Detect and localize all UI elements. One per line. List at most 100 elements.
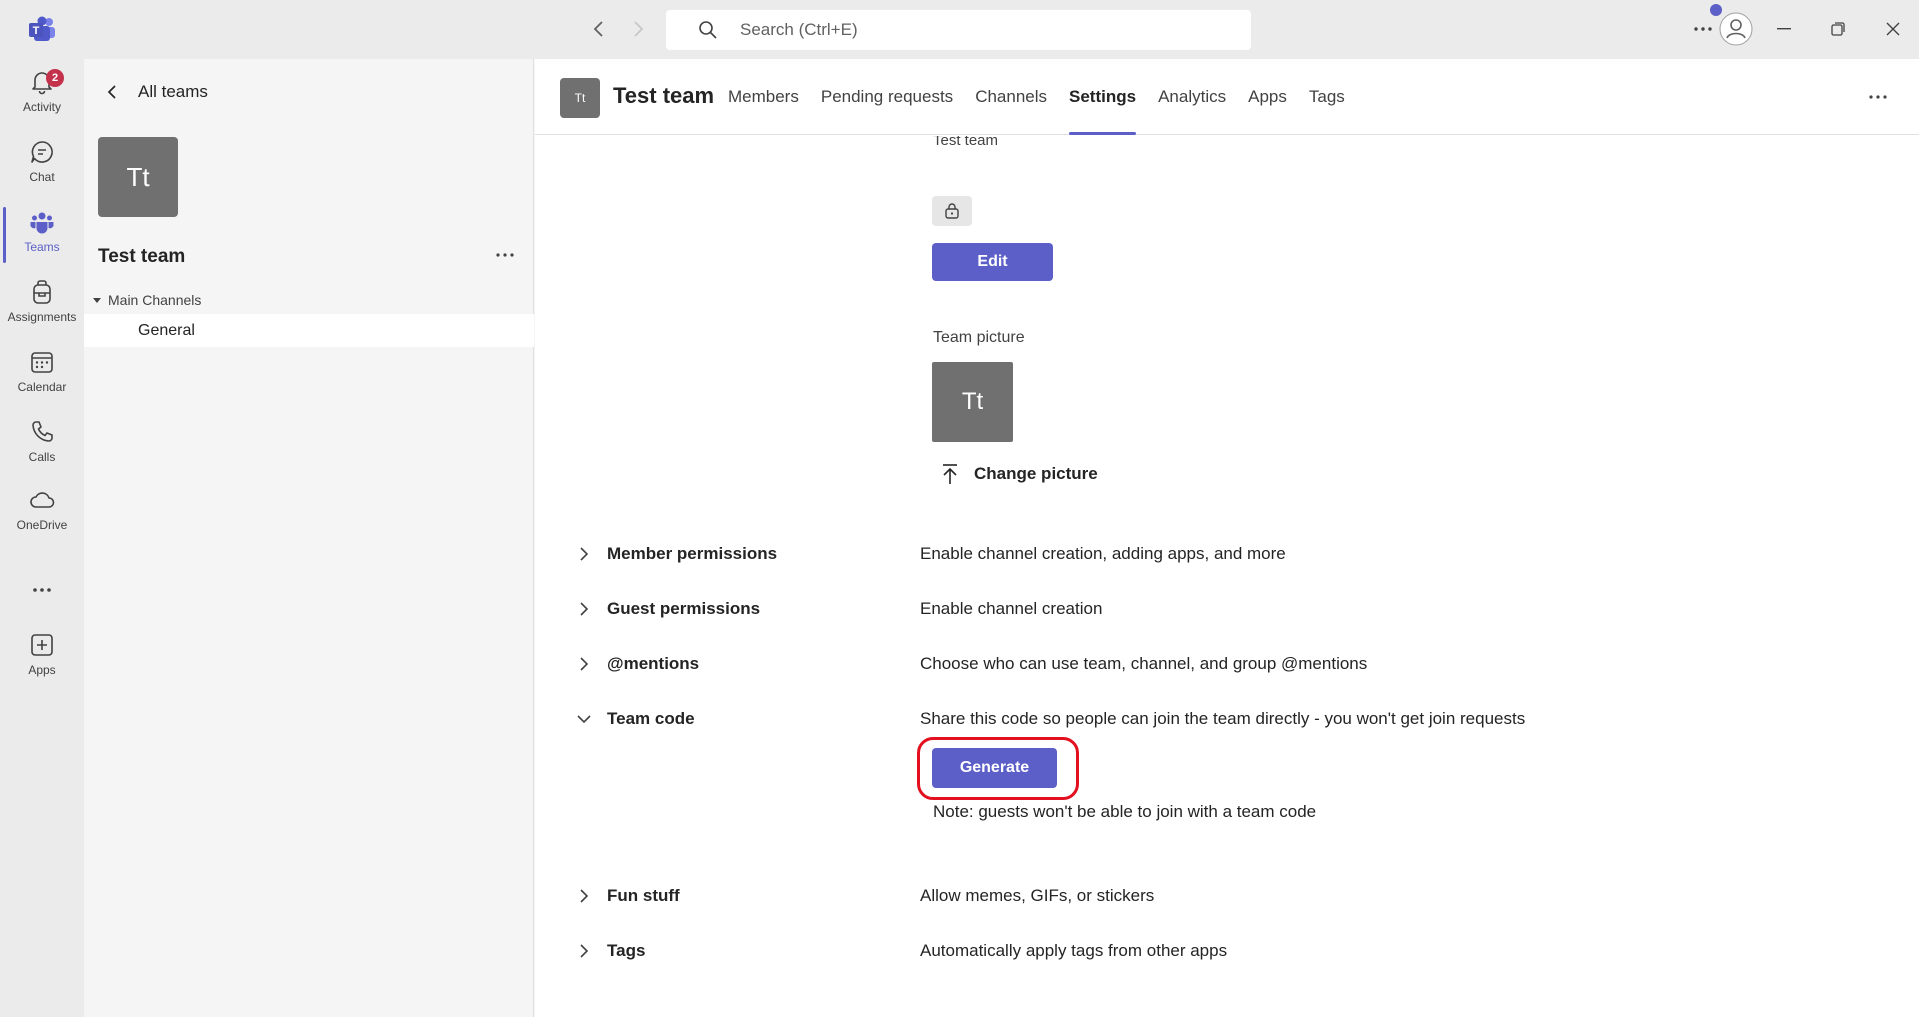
team-code-note: Note: guests won't be able to join with … xyxy=(933,802,1317,821)
channel-item-general[interactable]: General xyxy=(84,314,534,347)
title-bar: T xyxy=(0,0,1919,59)
rail-item-assignments[interactable]: Assignments xyxy=(0,271,84,333)
cloud-icon xyxy=(30,492,55,508)
search-box[interactable] xyxy=(666,10,1251,50)
more-horizontal-icon xyxy=(496,253,514,257)
edit-button[interactable]: Edit xyxy=(932,243,1053,281)
rail-item-teams[interactable]: Teams xyxy=(0,201,84,263)
rail-item-calendar[interactable]: Calendar xyxy=(0,341,84,403)
chevron-right-icon xyxy=(580,889,589,903)
add-app-icon xyxy=(31,634,53,656)
setting-fun-stuff[interactable]: Fun stuff Allow memes, GIFs, or stickers xyxy=(535,883,1919,913)
settings-content: Test team Edit Team picture Tt Change pi… xyxy=(535,136,1919,1017)
setting-member-permissions[interactable]: Member permissions Enable channel creati… xyxy=(535,541,1919,571)
rail-label: OneDrive xyxy=(16,518,68,532)
rail-item-onedrive[interactable]: OneDrive xyxy=(0,479,84,541)
team-picture: Tt xyxy=(932,362,1013,442)
setting-title: Team code xyxy=(607,709,695,728)
forward-arrow-icon[interactable] xyxy=(626,17,650,41)
back-label: All teams xyxy=(138,82,208,101)
setting-description: Automatically apply tags from other apps xyxy=(920,941,1228,960)
channel-label: General xyxy=(138,321,195,339)
tab-members[interactable]: Members xyxy=(728,59,799,135)
svg-text:T: T xyxy=(33,25,40,37)
setting-title: Fun stuff xyxy=(607,886,680,905)
more-horizontal-icon xyxy=(33,588,51,592)
generate-team-code-button[interactable]: Generate xyxy=(932,748,1057,788)
setting-description: Allow memes, GIFs, or stickers xyxy=(920,886,1155,905)
team-avatar-small: Tt xyxy=(560,78,600,118)
teams-logo-icon[interactable]: T xyxy=(28,16,56,42)
main-area: Tt Test team Members Pending requests Ch… xyxy=(535,59,1919,1017)
setting-tags[interactable]: Tags Automatically apply tags from other… xyxy=(535,938,1919,968)
close-icon[interactable] xyxy=(1878,14,1908,44)
setting-description: Enable channel creation xyxy=(920,599,1103,618)
chevron-right-icon xyxy=(580,944,589,958)
restore-icon[interactable] xyxy=(1823,14,1853,44)
setting-mentions[interactable]: @mentions Choose who can use team, chann… xyxy=(535,651,1919,681)
change-picture-label: Change picture xyxy=(974,464,1098,483)
rail-label: Chat xyxy=(29,170,55,184)
chevron-right-icon xyxy=(580,547,589,561)
teams-icon xyxy=(30,212,54,234)
tab-analytics[interactable]: Analytics xyxy=(1158,59,1226,135)
tab-channels[interactable]: Channels xyxy=(975,59,1047,135)
rail-label: Calendar xyxy=(17,380,67,394)
page-title: Test team xyxy=(613,83,715,108)
chat-icon xyxy=(31,141,53,163)
tab-apps[interactable]: Apps xyxy=(1248,59,1287,135)
upload-icon xyxy=(943,464,957,484)
profile-avatar-icon[interactable] xyxy=(1718,11,1754,47)
team-picture-label: Team picture xyxy=(933,329,1025,346)
setting-guest-permissions[interactable]: Guest permissions Enable channel creatio… xyxy=(535,596,1919,626)
setting-title: @mentions xyxy=(607,654,700,673)
team-name-truncated: Test team xyxy=(933,136,999,149)
search-input[interactable] xyxy=(740,20,1220,40)
rail-item-calls[interactable]: Calls xyxy=(0,411,84,473)
rail-item-apps[interactable]: Apps xyxy=(0,624,84,686)
chevron-left-icon xyxy=(107,85,116,99)
change-picture-button[interactable]: Change picture xyxy=(940,463,1098,485)
tab-bar: Members Pending requests Channels Settin… xyxy=(728,59,1367,135)
activity-badge: 2 xyxy=(46,69,64,87)
setting-team-code[interactable]: Team code Share this code so people can … xyxy=(535,706,1919,736)
more-options-icon[interactable] xyxy=(1688,14,1718,44)
chevron-right-icon xyxy=(580,657,589,671)
rail-label: Apps xyxy=(28,663,56,677)
app-rail: Activity 2 Chat Teams Assignments Calend… xyxy=(0,59,84,1017)
rail-item-activity[interactable]: Activity 2 xyxy=(0,61,84,123)
rail-label: Calls xyxy=(28,450,56,464)
calendar-icon xyxy=(31,352,53,373)
main-channels-toggle[interactable]: Main Channels xyxy=(92,292,201,308)
setting-title: Tags xyxy=(607,941,646,960)
team-avatar: Tt xyxy=(98,137,178,217)
rail-item-chat[interactable]: Chat xyxy=(0,131,84,193)
tab-tags[interactable]: Tags xyxy=(1309,59,1345,135)
privacy-lock xyxy=(932,196,972,226)
rail-label: Teams xyxy=(24,240,60,254)
phone-icon xyxy=(32,421,53,442)
search-icon xyxy=(699,21,717,39)
more-horizontal-icon xyxy=(1869,95,1887,99)
more-apps-button[interactable] xyxy=(0,569,84,609)
setting-description: Choose who can use team, channel, and gr… xyxy=(920,654,1368,673)
team-pane: All teams Tt Test team Main Channels Gen… xyxy=(84,59,534,1017)
tab-settings[interactable]: Settings xyxy=(1069,59,1137,135)
back-arrow-icon[interactable] xyxy=(587,17,611,41)
team-header: Tt Test team Members Pending requests Ch… xyxy=(535,59,1919,135)
header-more-options-button[interactable] xyxy=(1863,83,1893,111)
rail-label: Activity xyxy=(22,100,61,114)
lock-icon xyxy=(945,203,959,219)
team-name: Test team xyxy=(98,246,186,267)
chevron-right-icon xyxy=(580,602,589,616)
minimize-icon[interactable] xyxy=(1769,14,1799,44)
backpack-icon xyxy=(33,280,51,304)
setting-title: Member permissions xyxy=(607,544,778,563)
all-teams-back-link[interactable]: All teams xyxy=(104,82,208,102)
caret-down-icon xyxy=(93,298,101,303)
tab-pending-requests[interactable]: Pending requests xyxy=(821,59,953,135)
setting-description: Enable channel creation, adding apps, an… xyxy=(920,544,1286,563)
team-more-options-button[interactable] xyxy=(490,241,520,269)
setting-title: Guest permissions xyxy=(607,599,761,618)
rail-label: Assignments xyxy=(7,310,77,324)
